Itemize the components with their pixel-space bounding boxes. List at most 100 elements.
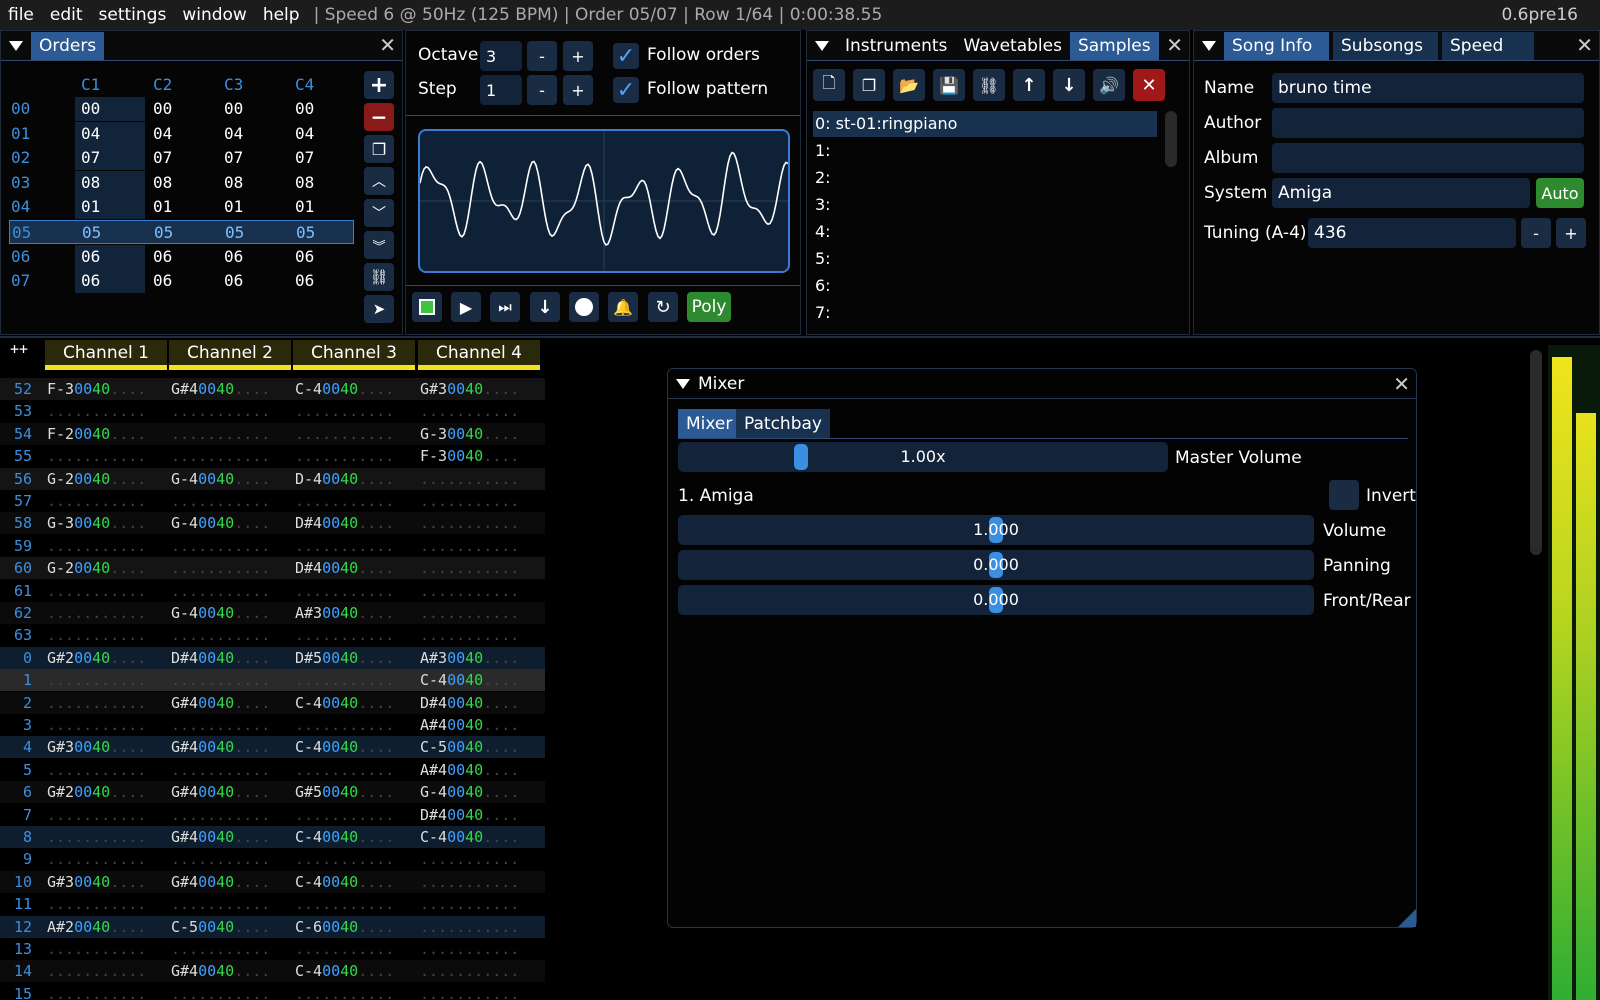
- pattern-cell[interactable]: D#40040....: [418, 804, 540, 826]
- order-cell[interactable]: 01: [153, 195, 172, 219]
- order-cell[interactable]: 07: [295, 146, 314, 170]
- tab-speed[interactable]: Speed: [1442, 31, 1534, 60]
- order-cell[interactable]: 00: [153, 97, 172, 121]
- step-increase-button[interactable]: +: [563, 75, 593, 105]
- pattern-cell[interactable]: C-40040....: [293, 960, 415, 982]
- pattern-cell[interactable]: C-60040....: [293, 916, 415, 938]
- order-cell[interactable]: 01: [224, 195, 243, 219]
- octave-input[interactable]: 3: [480, 41, 522, 71]
- pattern-cell[interactable]: D#50040....: [293, 647, 415, 669]
- move-bottom-icon[interactable]: ︾: [364, 231, 394, 259]
- menu-help[interactable]: help: [255, 5, 308, 25]
- pattern-cell[interactable]: ...........: [45, 624, 167, 646]
- pattern-cell[interactable]: ...........: [293, 983, 415, 1000]
- pattern-cell[interactable]: C-40040....: [418, 669, 540, 691]
- move-down-icon[interactable]: ﹀: [364, 199, 394, 227]
- pattern-row[interactable]: 60 G-20040............... D#40040.........…: [0, 557, 545, 580]
- duplicate-sample-icon[interactable]: ❐: [853, 69, 885, 101]
- pattern-cell[interactable]: ...........: [293, 804, 415, 826]
- poly-button[interactable]: Poly: [687, 292, 731, 322]
- order-cell[interactable]: 06: [153, 245, 172, 269]
- pattern-cell[interactable]: D#40040....: [293, 512, 415, 534]
- step-one-row-icon[interactable]: ↓: [530, 292, 560, 322]
- pattern-cell[interactable]: ...........: [418, 871, 540, 893]
- table-row[interactable]: 07 06 06 06 06: [1, 269, 356, 294]
- pattern-cell[interactable]: C-40040....: [293, 871, 415, 893]
- pattern-row[interactable]: 13......................................…: [0, 938, 545, 960]
- pattern-row[interactable]: 56 G-20040.... G-40040.... D-40040.........…: [0, 467, 545, 490]
- pattern-cell[interactable]: D#40040....: [169, 647, 291, 669]
- pattern-cell[interactable]: ...........: [45, 692, 167, 714]
- pattern-cell[interactable]: ...........: [45, 759, 167, 781]
- samples-scrollbar[interactable]: [1165, 111, 1177, 167]
- table-row[interactable]: 01 04 04 04 04: [1, 121, 356, 146]
- pattern-cell[interactable]: G#50040....: [293, 781, 415, 803]
- stop-button[interactable]: [412, 292, 442, 322]
- pattern-cell[interactable]: ...........: [45, 960, 167, 982]
- pattern-cell[interactable]: ...........: [169, 445, 291, 467]
- pattern-row[interactable]: 3................................. A#4004…: [0, 714, 545, 736]
- pattern-row[interactable]: 5................................. A#4004…: [0, 759, 545, 781]
- pattern-cell[interactable]: A#20040....: [45, 916, 167, 938]
- play-from-start-icon[interactable]: ⏭: [490, 292, 520, 322]
- pattern-row[interactable]: 7................................. D#4004…: [0, 804, 545, 826]
- tab-song-info[interactable]: Song Info: [1224, 31, 1329, 60]
- preview-speaker-icon[interactable]: 🔊: [1093, 69, 1125, 101]
- pattern-row[interactable]: 2........... G#40040.... C-40040.... D#4004…: [0, 691, 545, 714]
- follow-orders-checkbox[interactable]: ✓: [613, 43, 639, 69]
- order-cell[interactable]: 00: [224, 97, 243, 121]
- pattern-cell[interactable]: ...........: [45, 983, 167, 1000]
- order-cell[interactable]: 07: [75, 146, 145, 171]
- order-cell[interactable]: 06: [295, 269, 314, 293]
- hierarchy-icon[interactable]: ⛓: [973, 69, 1005, 101]
- pattern-cell[interactable]: ...........: [418, 983, 540, 1000]
- tab-wavetables[interactable]: Wavetables: [955, 32, 1070, 60]
- step-decrease-button[interactable]: -: [527, 75, 557, 105]
- channel-2-header[interactable]: Channel 2: [169, 340, 291, 370]
- order-cell[interactable]: 04: [153, 122, 172, 146]
- pattern-cell[interactable]: G#30040....: [45, 736, 167, 758]
- order-cell[interactable]: 06: [153, 269, 172, 293]
- tab-instruments[interactable]: Instruments: [837, 32, 955, 60]
- pattern-cell[interactable]: ...........: [418, 400, 540, 422]
- order-cell[interactable]: 06: [224, 269, 243, 293]
- pattern-cell[interactable]: ...........: [418, 580, 540, 602]
- pattern-row[interactable]: 4 G#30040.... G#40040.... C-40040.... C-5004…: [0, 736, 545, 759]
- pattern-cell[interactable]: G#40040....: [169, 378, 291, 400]
- pattern-cell[interactable]: ...........: [169, 423, 291, 445]
- move-up-icon[interactable]: ︿: [364, 167, 394, 195]
- order-cell[interactable]: 07: [224, 146, 243, 170]
- pattern-cell[interactable]: ...........: [293, 624, 415, 646]
- pattern-cell[interactable]: ...........: [293, 848, 415, 870]
- list-item[interactable]: 5:: [813, 246, 831, 272]
- table-row[interactable]: 02 07 07 07 07: [1, 146, 356, 171]
- order-cell[interactable]: 06: [75, 269, 145, 294]
- pattern-cell[interactable]: ...........: [293, 938, 415, 960]
- pattern-cell[interactable]: ...........: [169, 893, 291, 915]
- pattern-cell[interactable]: ...........: [418, 512, 540, 534]
- close-icon[interactable]: ✕: [1576, 35, 1593, 55]
- collapse-icon[interactable]: [9, 40, 23, 51]
- pattern-row[interactable]: 12 A#20040.... C-50040.... C-60040.........…: [0, 915, 545, 938]
- pattern-cell[interactable]: G#40040....: [169, 871, 291, 893]
- pattern-cell[interactable]: G#30040....: [418, 378, 540, 400]
- pattern-row[interactable]: 57......................................…: [0, 490, 545, 512]
- order-cell[interactable]: 06: [295, 245, 314, 269]
- pattern-scrollbar[interactable]: [1530, 350, 1542, 555]
- resize-grip-icon[interactable]: [1398, 909, 1416, 927]
- pattern-cell[interactable]: G#40040....: [169, 692, 291, 714]
- octave-increase-button[interactable]: +: [563, 41, 593, 71]
- mixer-titlebar[interactable]: Mixer: [668, 369, 1416, 399]
- unlink-icon[interactable]: ⛓: [364, 263, 394, 291]
- pattern-cell[interactable]: C-40040....: [418, 826, 540, 848]
- pattern-cell[interactable]: G-30040....: [418, 423, 540, 445]
- order-cell[interactable]: 08: [224, 171, 243, 195]
- pattern-cell[interactable]: G-30040....: [45, 512, 167, 534]
- pattern-cell[interactable]: G#40040....: [169, 781, 291, 803]
- master-volume-slider[interactable]: 1.00x: [678, 442, 1168, 472]
- pattern-row[interactable]: 61......................................…: [0, 580, 545, 602]
- list-item[interactable]: 3:: [813, 192, 831, 218]
- menu-file[interactable]: file: [0, 5, 42, 25]
- close-icon[interactable]: ✕: [1166, 35, 1183, 55]
- pattern-cell[interactable]: ...........: [418, 602, 540, 624]
